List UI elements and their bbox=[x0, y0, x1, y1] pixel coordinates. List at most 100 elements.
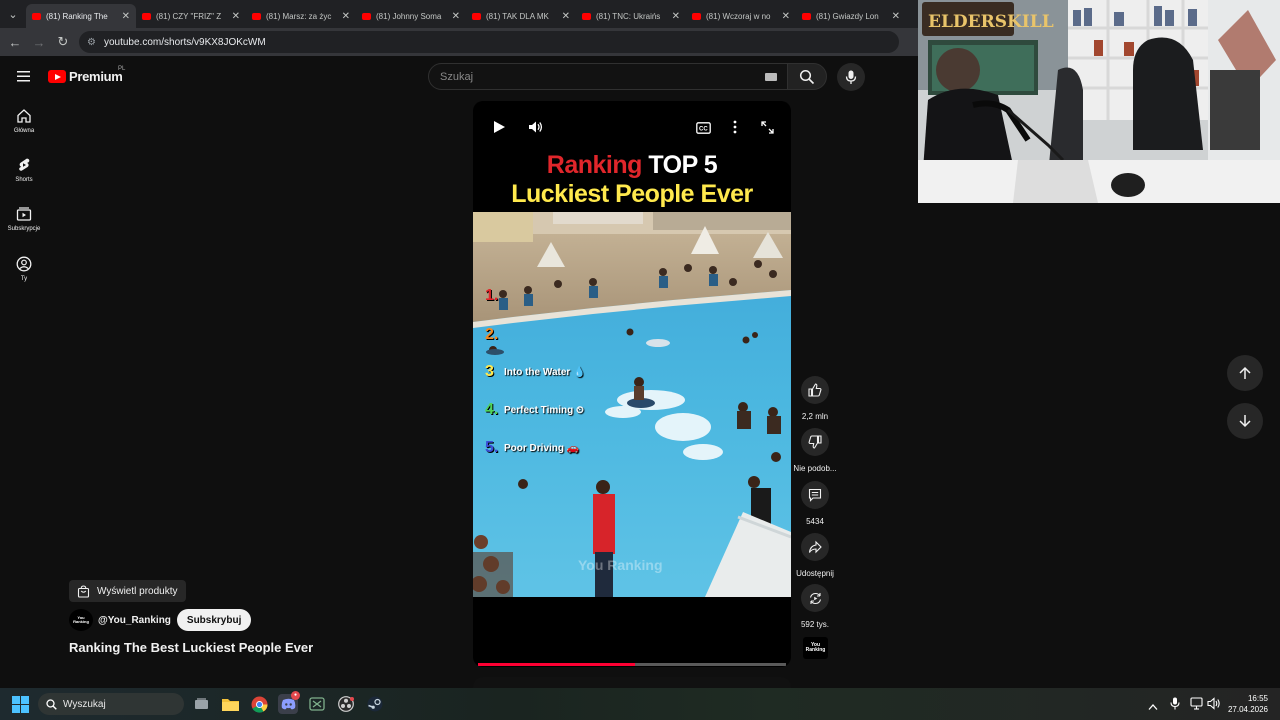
video-progress-bar[interactable] bbox=[478, 663, 786, 666]
close-tab-icon[interactable]: ✕ bbox=[672, 11, 680, 22]
next-short-preview[interactable] bbox=[473, 677, 791, 688]
back-arrow-icon[interactable]: ← bbox=[3, 30, 27, 54]
share-action[interactable]: Udostępnij bbox=[793, 533, 837, 578]
xbox-app-icon[interactable] bbox=[307, 694, 327, 714]
subscribe-button[interactable]: Subskrybuj bbox=[176, 609, 252, 631]
youtube-favicon-icon bbox=[472, 12, 481, 20]
like-count: 2,2 mln bbox=[801, 412, 829, 421]
rank-item-1: 1. bbox=[485, 287, 504, 305]
obs-studio-icon[interactable] bbox=[336, 694, 356, 714]
next-short-button[interactable] bbox=[1227, 403, 1263, 439]
remix-count: 592 tys. bbox=[800, 620, 829, 629]
video-title[interactable]: Ranking The Best Luckiest People Ever bbox=[69, 640, 313, 655]
comment-count: 5434 bbox=[806, 517, 824, 526]
browser-tab[interactable]: (81) TNC: Ukraińs ✕ bbox=[576, 4, 686, 28]
like-button[interactable] bbox=[801, 376, 829, 404]
view-products-button[interactable]: Wyświetl produkty bbox=[69, 580, 186, 602]
system-clock[interactable]: 16:55 27.04.2026 bbox=[1228, 693, 1268, 715]
file-explorer-icon[interactable] bbox=[220, 694, 240, 714]
share-button[interactable] bbox=[801, 533, 829, 561]
shorts-video-player[interactable]: CC Ranking TOP 5 Luckiest People Ever 1.… bbox=[473, 101, 791, 667]
forward-arrow-icon[interactable]: → bbox=[27, 30, 51, 54]
close-tab-icon[interactable]: ✕ bbox=[562, 11, 570, 22]
close-tab-icon[interactable]: ✕ bbox=[122, 11, 130, 22]
captions-button[interactable]: CC bbox=[696, 121, 711, 139]
remix-action[interactable]: 592 tys. bbox=[793, 584, 837, 629]
like-action[interactable]: 2,2 mln bbox=[793, 376, 837, 421]
volume-tray-icon[interactable] bbox=[1207, 697, 1221, 715]
comments-button[interactable] bbox=[801, 481, 829, 509]
sidebar-item-label: Shorts bbox=[15, 177, 33, 183]
keyboard-icon[interactable] bbox=[765, 73, 777, 81]
url-input[interactable]: ⚙ youtube.com/shorts/v9KX8JOKcWM bbox=[79, 31, 899, 53]
dislike-button[interactable] bbox=[801, 428, 829, 456]
fullscreen-button[interactable] bbox=[761, 121, 774, 139]
discord-icon[interactable]: ● bbox=[278, 691, 300, 714]
network-tray-icon[interactable] bbox=[1190, 697, 1203, 715]
close-tab-icon[interactable]: ✕ bbox=[452, 11, 460, 22]
reload-icon[interactable]: ↻ bbox=[51, 30, 75, 54]
youtube-favicon-icon bbox=[692, 12, 701, 20]
more-options-button[interactable] bbox=[732, 120, 738, 139]
show-hidden-icons-chevron-icon[interactable] bbox=[1148, 698, 1158, 716]
task-view-icon[interactable] bbox=[191, 694, 211, 714]
search-input[interactable]: Szukaj bbox=[428, 63, 788, 90]
rank-label: Into the Water 💧 bbox=[504, 366, 586, 378]
close-tab-icon[interactable]: ✕ bbox=[342, 11, 350, 22]
channel-row: You Ranking @You_Ranking Subskrybuj bbox=[69, 609, 252, 631]
browser-tab[interactable]: (81) Ranking The ✕ bbox=[26, 4, 136, 28]
share-label: Udostępnij bbox=[796, 569, 834, 578]
url-text: youtube.com/shorts/v9KX8JOKcWM bbox=[103, 36, 266, 48]
search-icon bbox=[46, 698, 57, 710]
tab-title: (81) Johnny Soma bbox=[376, 11, 442, 21]
play-button[interactable] bbox=[492, 120, 506, 139]
subscriptions-icon bbox=[16, 207, 32, 221]
browser-tab[interactable]: (81) Wczoraj w no ✕ bbox=[686, 4, 796, 28]
volume-icon bbox=[529, 121, 543, 133]
sidebar-item-label: Ty bbox=[20, 276, 28, 282]
tab-title: (81) Marsz: za życ bbox=[266, 11, 332, 21]
dislike-label: Nie podob... bbox=[793, 464, 837, 473]
thumbs-down-icon bbox=[808, 435, 822, 449]
sidebar-item-you[interactable]: Ty bbox=[0, 256, 48, 282]
rank-number: 5. bbox=[485, 439, 499, 456]
close-tab-icon[interactable]: ✕ bbox=[232, 11, 240, 22]
voice-search-button[interactable] bbox=[837, 63, 865, 91]
microphone-icon bbox=[845, 70, 857, 84]
volume-button[interactable] bbox=[528, 120, 544, 139]
close-tab-icon[interactable]: ✕ bbox=[892, 11, 900, 22]
browser-tab[interactable]: (81) Marsz: za życ ✕ bbox=[246, 4, 356, 28]
dislike-action[interactable]: Nie podob... bbox=[793, 428, 837, 473]
tab-title: (81) Gwiazdy Lon bbox=[816, 11, 879, 21]
channel-name[interactable]: @You_Ranking bbox=[98, 615, 171, 626]
taskbar-search-input[interactable]: Wyszukaj bbox=[38, 693, 184, 715]
steam-icon[interactable] bbox=[365, 694, 385, 714]
microphone-tray-icon[interactable] bbox=[1170, 697, 1180, 715]
windows-start-button[interactable] bbox=[12, 696, 29, 718]
search-icon bbox=[799, 69, 815, 84]
previous-short-button[interactable] bbox=[1227, 355, 1263, 391]
youtube-favicon-icon bbox=[362, 12, 371, 20]
sidebar-item-home[interactable]: Główna bbox=[0, 108, 48, 134]
youtube-premium-logo[interactable]: Premium PL bbox=[48, 66, 125, 84]
browser-tab[interactable]: (81) CZY "FRIZ" Z ✕ bbox=[136, 4, 246, 28]
hamburger-menu-icon[interactable] bbox=[16, 69, 32, 83]
channel-avatar[interactable]: You Ranking bbox=[69, 609, 93, 631]
site-settings-icon[interactable]: ⚙ bbox=[87, 37, 96, 48]
close-tab-icon[interactable]: ✕ bbox=[782, 11, 790, 22]
sound-channel-thumbnail[interactable]: You Ranking bbox=[803, 637, 828, 659]
tab-title: (81) TNC: Ukraińs bbox=[596, 11, 661, 21]
chrome-icon[interactable] bbox=[249, 694, 269, 714]
view-products-label: Wyświetl produkty bbox=[97, 585, 178, 597]
rank-number: 1. bbox=[485, 287, 499, 304]
remix-button[interactable] bbox=[801, 584, 829, 612]
search-button[interactable] bbox=[787, 63, 827, 90]
browser-tab[interactable]: (81) Johnny Soma ✕ bbox=[356, 4, 466, 28]
comments-action[interactable]: 5434 bbox=[793, 481, 837, 526]
arrow-up-icon bbox=[1239, 366, 1251, 379]
sidebar-item-shorts[interactable]: Shorts bbox=[0, 157, 48, 183]
browser-tab[interactable]: (81) Gwiazdy Lon ✕ bbox=[796, 4, 906, 28]
sidebar-item-subscriptions[interactable]: Subskrypcje bbox=[0, 206, 48, 232]
tab-search-chevron-icon[interactable]: ⌄ bbox=[0, 0, 26, 28]
browser-tab[interactable]: (81) TAK DLA MK ✕ bbox=[466, 4, 576, 28]
